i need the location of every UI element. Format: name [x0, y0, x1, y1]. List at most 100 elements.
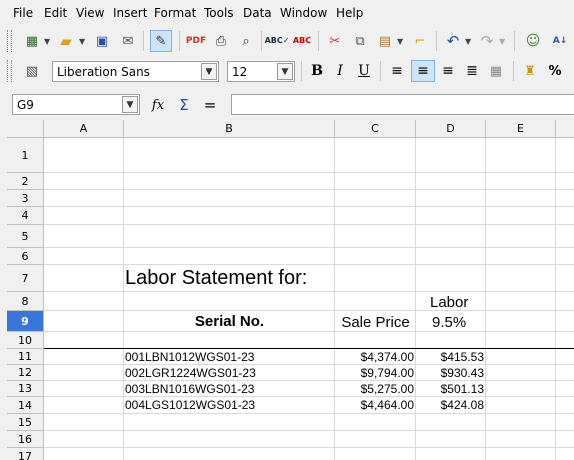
- toolbar-grip[interactable]: [7, 30, 12, 52]
- new-icon[interactable]: ▦: [22, 31, 42, 51]
- edit-mode-icon[interactable]: ✎: [150, 30, 172, 52]
- sort-icon[interactable]: A↓: [550, 31, 570, 51]
- save-icon[interactable]: ▣: [92, 31, 112, 51]
- column-header-e[interactable]: E: [486, 120, 556, 138]
- row-header[interactable]: 1: [7, 138, 44, 173]
- row-header[interactable]: 13: [7, 381, 44, 397]
- column-header-b[interactable]: B: [124, 120, 335, 138]
- justify-icon[interactable]: ≣: [462, 61, 482, 81]
- menu-insert[interactable]: Insert: [113, 6, 147, 20]
- new-dropdown-icon[interactable]: ▼: [44, 37, 50, 46]
- paste-icon[interactable]: ▤: [375, 31, 395, 51]
- price-cell[interactable]: $4,464.00: [335, 398, 414, 412]
- align-left-icon[interactable]: ≡: [387, 61, 407, 81]
- font-size-combo[interactable]: 12 ▼: [227, 61, 295, 82]
- price-cell[interactable]: $4,374.00: [335, 350, 414, 364]
- toolbar-grip[interactable]: [7, 60, 12, 82]
- open-dropdown-icon[interactable]: ▼: [79, 37, 85, 46]
- spreadsheet-grid[interactable]: A B C D E 1 2 3 4 5 6 7 8 9 10 11 12 13 …: [0, 120, 574, 460]
- row-header[interactable]: 6: [7, 248, 44, 265]
- serial-cell[interactable]: 002LGR1224WGS01-23: [125, 366, 256, 380]
- undo-dropdown-icon[interactable]: ▼: [465, 37, 471, 46]
- menu-window[interactable]: Window: [280, 6, 327, 20]
- grid-line: [44, 247, 574, 248]
- statement-title-cell[interactable]: Labor Statement for:: [125, 267, 307, 290]
- styles-icon[interactable]: ▧: [22, 61, 42, 81]
- function-wizard-icon[interactable]: fx: [148, 95, 168, 115]
- cut-icon[interactable]: ✂: [325, 31, 345, 51]
- redo-icon[interactable]: ↷: [477, 31, 497, 51]
- separator: [301, 61, 302, 81]
- row-header[interactable]: 5: [7, 225, 44, 248]
- formula-input[interactable]: [231, 94, 574, 115]
- menu-edit[interactable]: Edit: [44, 6, 67, 20]
- currency-icon[interactable]: ♜: [520, 61, 540, 81]
- column-header-c[interactable]: C: [335, 120, 416, 138]
- menu-file[interactable]: File: [13, 6, 33, 20]
- align-right-icon[interactable]: ≡: [438, 61, 458, 81]
- name-box[interactable]: G9 ▼: [12, 94, 140, 115]
- row-header[interactable]: 8: [7, 292, 44, 311]
- row-header[interactable]: 4: [7, 207, 44, 225]
- serial-header-cell[interactable]: Serial No.: [124, 313, 335, 330]
- labor-rate-cell[interactable]: 9.5%: [432, 314, 466, 331]
- chevron-down-icon[interactable]: ▼: [277, 63, 293, 80]
- labor-cell[interactable]: $415.53: [416, 350, 484, 364]
- font-name-combo[interactable]: Liberation Sans ▼: [52, 61, 219, 82]
- copy-icon[interactable]: ⧉: [350, 31, 370, 51]
- print-icon[interactable]: ⎙: [211, 31, 231, 51]
- row-header-selected[interactable]: 9: [7, 311, 44, 332]
- price-cell[interactable]: $5,275.00: [335, 382, 414, 396]
- align-center-icon[interactable]: ≡: [411, 60, 435, 82]
- clone-icon[interactable]: ⌐: [410, 31, 430, 51]
- column-header-d[interactable]: D: [416, 120, 486, 138]
- row-header[interactable]: 15: [7, 414, 44, 431]
- chevron-down-icon[interactable]: ▼: [201, 63, 217, 80]
- menu-view[interactable]: View: [76, 6, 104, 20]
- serial-cell[interactable]: 004LGS1012WGS01-23: [125, 398, 255, 412]
- paste-dropdown-icon[interactable]: ▼: [397, 37, 403, 46]
- redo-dropdown-icon[interactable]: ▼: [499, 37, 505, 46]
- row-header[interactable]: 17: [7, 448, 44, 460]
- labor-cell[interactable]: $424.08: [416, 398, 484, 412]
- sale-price-header-cell[interactable]: Sale Price: [335, 314, 416, 331]
- undo-icon[interactable]: ↶: [443, 31, 463, 51]
- open-icon[interactable]: ▰: [56, 31, 76, 51]
- row-header[interactable]: 16: [7, 431, 44, 448]
- chevron-down-icon[interactable]: ▼: [122, 96, 138, 113]
- row-header[interactable]: 10: [7, 332, 44, 349]
- row-header[interactable]: 11: [7, 349, 44, 365]
- serial-cell[interactable]: 001LBN1012WGS01-23: [125, 350, 254, 364]
- price-cell[interactable]: $9,794.00: [335, 366, 414, 380]
- labor-cell[interactable]: $930.43: [416, 366, 484, 380]
- column-header-f[interactable]: [556, 120, 574, 138]
- menu-format[interactable]: Format: [154, 6, 196, 20]
- menu-data[interactable]: Data: [243, 6, 272, 20]
- percent-button[interactable]: %: [545, 61, 565, 81]
- select-all-corner[interactable]: [7, 120, 44, 138]
- row-header[interactable]: 7: [7, 265, 44, 292]
- formula-equals-icon[interactable]: =: [200, 95, 220, 115]
- sum-icon[interactable]: Σ: [174, 95, 194, 115]
- pdf-icon[interactable]: PDF: [186, 31, 206, 51]
- row-header[interactable]: 12: [7, 365, 44, 381]
- row-header[interactable]: 2: [7, 173, 44, 190]
- row-header[interactable]: 14: [7, 397, 44, 414]
- column-header-a[interactable]: A: [44, 120, 124, 138]
- merge-cells-icon[interactable]: ▦: [486, 61, 506, 81]
- formatting-toolbar: ▧ Liberation Sans ▼ 12 ▼ B I U ≡ ≡ ≡ ≣ ▦…: [0, 57, 574, 85]
- print-preview-icon[interactable]: ⌕: [236, 31, 256, 51]
- serial-cell[interactable]: 003LBN1016WGS01-23: [125, 382, 254, 396]
- spellcheck-icon[interactable]: ABC✓: [265, 31, 290, 51]
- autospell-icon[interactable]: ABC: [292, 31, 312, 51]
- underline-button[interactable]: U: [354, 61, 374, 81]
- row-header[interactable]: 3: [7, 190, 44, 207]
- navigator-icon[interactable]: ☺: [523, 31, 543, 51]
- email-icon[interactable]: ✉: [118, 31, 138, 51]
- menu-help[interactable]: Help: [336, 6, 363, 20]
- italic-button[interactable]: I: [330, 61, 350, 81]
- menu-tools[interactable]: Tools: [204, 6, 234, 20]
- bold-button[interactable]: B: [307, 61, 327, 81]
- labor-header-cell[interactable]: Labor: [430, 294, 468, 311]
- labor-cell[interactable]: $501.13: [416, 382, 484, 396]
